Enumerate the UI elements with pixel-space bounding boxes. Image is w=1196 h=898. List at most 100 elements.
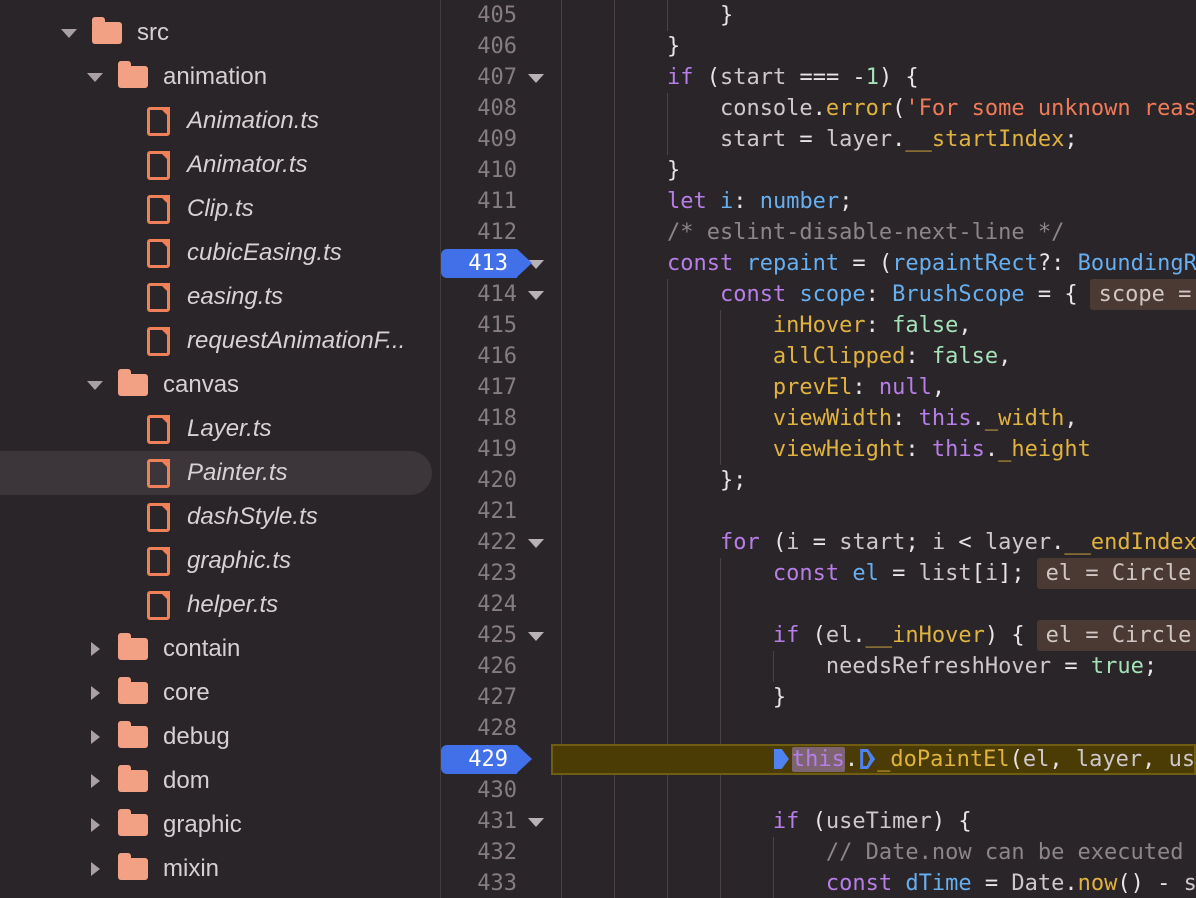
tree-item-animation[interactable]: animation: [0, 55, 440, 99]
tree-item-debug[interactable]: debug: [0, 715, 440, 759]
code-editor[interactable]: 405 } 406 } 407 if (start === -1) { 408 con…: [440, 0, 1196, 898]
inline-breakpoint-icon[interactable]: [774, 749, 789, 769]
tree-item-mixin[interactable]: mixin: [0, 847, 440, 891]
code-content[interactable]: start = layer.__startIndex;: [557, 124, 1196, 155]
tree-item-canvas[interactable]: canvas: [0, 363, 440, 407]
line-number[interactable]: 406: [441, 31, 517, 62]
code-content[interactable]: for (i = start; i < layer.__endIndex;: [557, 527, 1196, 558]
code-content[interactable]: }: [557, 682, 1196, 713]
code-content[interactable]: const scope: BrushScope = {scope =: [557, 279, 1196, 310]
line-number[interactable]: 414: [441, 279, 517, 310]
line-number[interactable]: 407: [441, 62, 517, 93]
fold-arrow-icon[interactable]: [528, 539, 544, 548]
tree-item-clip-ts[interactable]: Clip.ts: [0, 187, 440, 231]
line-number[interactable]: 420: [441, 465, 517, 496]
chevron-right-icon[interactable]: [86, 818, 104, 832]
code-content[interactable]: }: [557, 0, 1196, 31]
tree-item-animation-ts[interactable]: Animation.ts: [0, 99, 440, 143]
line-number[interactable]: 424: [441, 589, 517, 620]
line-number[interactable]: 430: [441, 775, 517, 806]
tree-item-easing-ts[interactable]: easing.ts: [0, 275, 440, 319]
chevron-right-icon[interactable]: [86, 774, 104, 788]
fold-toggle[interactable]: [517, 620, 557, 651]
code-content[interactable]: this._doPaintEl(el, layer, use: [551, 744, 1196, 775]
chevron-right-icon[interactable]: [86, 730, 104, 744]
code-content[interactable]: const dTime = Date.now() - st: [557, 868, 1196, 898]
line-number[interactable]: 409: [441, 124, 517, 155]
code-content[interactable]: const el = list[i];el = Circle: [557, 558, 1196, 589]
code-content[interactable]: if (useTimer) {: [557, 806, 1196, 837]
tree-item-layer-ts[interactable]: Layer.ts: [0, 407, 440, 451]
code-content[interactable]: /* eslint-disable-next-line */: [557, 217, 1196, 248]
line-number[interactable]: 415: [441, 310, 517, 341]
code-content[interactable]: let i: number;: [557, 186, 1196, 217]
fold-toggle[interactable]: [517, 527, 557, 558]
line-number[interactable]: 416: [441, 341, 517, 372]
fold-arrow-icon[interactable]: [528, 632, 544, 641]
code-content[interactable]: const repaint = (repaintRect?: BoundingR…: [557, 248, 1196, 279]
code-content[interactable]: }: [557, 155, 1196, 186]
code-content[interactable]: inHover: false,: [557, 310, 1196, 341]
tree-item-dashstyle-ts[interactable]: dashStyle.ts: [0, 495, 440, 539]
line-number[interactable]: 426: [441, 651, 517, 682]
tree-item-graphic-ts[interactable]: graphic.ts: [0, 539, 440, 583]
code-content[interactable]: needsRefreshHover = true;: [557, 651, 1196, 682]
chevron-down-icon[interactable]: [86, 381, 104, 390]
code-content[interactable]: viewWidth: this._width,: [557, 403, 1196, 434]
line-number[interactable]: 422: [441, 527, 517, 558]
fold-toggle[interactable]: [517, 806, 557, 837]
chevron-down-icon[interactable]: [86, 73, 104, 82]
breakpoint-badge[interactable]: 413: [441, 249, 517, 278]
code-content[interactable]: allClipped: false,: [557, 341, 1196, 372]
fold-arrow-icon[interactable]: [528, 818, 544, 827]
line-number[interactable]: 433: [441, 868, 517, 898]
code-content[interactable]: [557, 496, 1196, 527]
chevron-right-icon[interactable]: [86, 686, 104, 700]
code-content[interactable]: };: [557, 465, 1196, 496]
tree-item-dom[interactable]: dom: [0, 759, 440, 803]
line-number[interactable]: 411: [441, 186, 517, 217]
fold-arrow-icon[interactable]: [528, 74, 544, 83]
code-content[interactable]: }: [557, 31, 1196, 62]
tree-item-core[interactable]: core: [0, 671, 440, 715]
line-number[interactable]: 410: [441, 155, 517, 186]
line-number[interactable]: 405: [441, 0, 517, 31]
chevron-down-icon[interactable]: [60, 29, 78, 38]
line-number[interactable]: 419: [441, 434, 517, 465]
line-number[interactable]: 431: [441, 806, 517, 837]
fold-arrow-icon[interactable]: [528, 291, 544, 300]
line-number[interactable]: 412: [441, 217, 517, 248]
line-number[interactable]: 423: [441, 558, 517, 589]
code-content[interactable]: [557, 713, 1196, 744]
chevron-right-icon[interactable]: [86, 862, 104, 876]
inline-breakpoint-icon[interactable]: [860, 749, 875, 769]
code-content[interactable]: // Date.now can be executed in: [557, 837, 1196, 868]
line-number[interactable]: 428: [441, 713, 517, 744]
line-number[interactable]: 418: [441, 403, 517, 434]
code-content[interactable]: if (el.__inHover) {el = Circle: [557, 620, 1196, 651]
line-number[interactable]: 417: [441, 372, 517, 403]
fold-toggle[interactable]: [517, 279, 557, 310]
code-content[interactable]: viewHeight: this._height: [557, 434, 1196, 465]
code-content[interactable]: prevEl: null,: [557, 372, 1196, 403]
code-content[interactable]: if (start === -1) {: [557, 62, 1196, 93]
code-content[interactable]: [557, 589, 1196, 620]
line-number[interactable]: 425: [441, 620, 517, 651]
tree-item-helper-ts[interactable]: helper.ts: [0, 583, 440, 627]
fold-toggle[interactable]: [517, 62, 557, 93]
tree-item-requestanimationf[interactable]: requestAnimationF...: [0, 319, 440, 363]
current-debug-line-badge[interactable]: 429: [441, 745, 517, 774]
code-content[interactable]: [557, 775, 1196, 806]
tree-item-graphic[interactable]: graphic: [0, 803, 440, 847]
tree-item-cubiceasing-ts[interactable]: cubicEasing.ts: [0, 231, 440, 275]
chevron-right-icon[interactable]: [86, 642, 104, 656]
line-number[interactable]: 427: [441, 682, 517, 713]
code-content[interactable]: console.error('For some unknown reaso: [557, 93, 1196, 124]
line-number[interactable]: 432: [441, 837, 517, 868]
line-number[interactable]: 408: [441, 93, 517, 124]
line-number[interactable]: 421: [441, 496, 517, 527]
tree-item-contain[interactable]: contain: [0, 627, 440, 671]
tree-item-animator-ts[interactable]: Animator.ts: [0, 143, 440, 187]
tree-item-src[interactable]: src: [0, 11, 440, 55]
tree-item-painter-ts[interactable]: Painter.ts: [0, 451, 432, 495]
